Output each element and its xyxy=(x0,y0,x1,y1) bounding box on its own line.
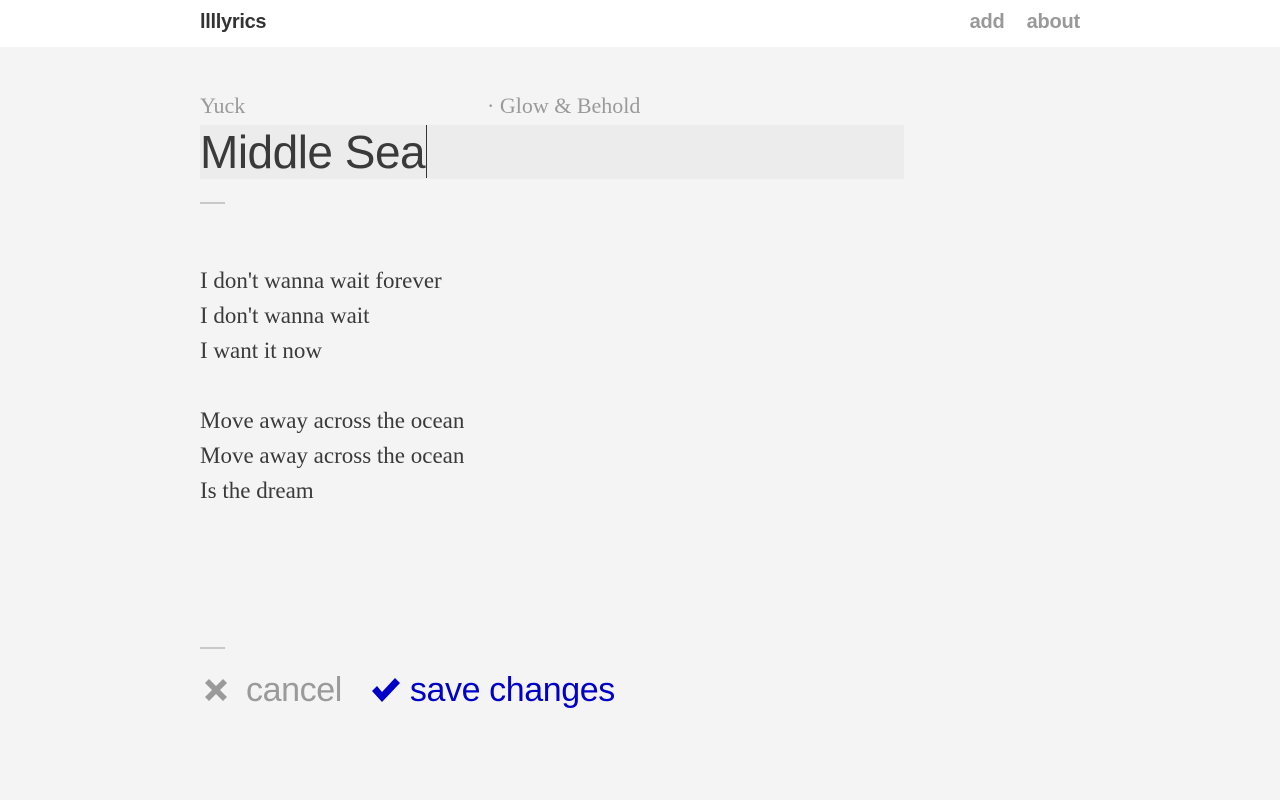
checkmark-icon xyxy=(371,678,400,702)
artist-input[interactable] xyxy=(200,93,480,119)
title-text: Middle Sea xyxy=(200,125,428,179)
lyric-line: Move away across the ocean xyxy=(200,408,465,433)
title-value: Middle Sea xyxy=(200,126,426,178)
site-logo[interactable]: llllyrics xyxy=(200,11,267,34)
lyric-line: I want it now xyxy=(200,338,323,363)
cancel-button[interactable]: cancel xyxy=(200,671,342,710)
lyrics-editor[interactable]: I don't wanna wait forever I don't wanna… xyxy=(200,263,904,508)
divider-bottom xyxy=(200,647,225,649)
save-label: save changes xyxy=(409,670,615,709)
form-actions: cancel save changes xyxy=(200,668,615,712)
album-label: · Glow & Behold xyxy=(487,93,641,118)
cancel-label: cancel xyxy=(246,670,342,709)
nav-about-link[interactable]: about xyxy=(1027,11,1081,34)
lyric-blank-line xyxy=(200,368,904,403)
text-caret xyxy=(426,125,428,178)
lyric-line: Move away across the ocean xyxy=(200,443,465,468)
top-bar: llllyrics add about xyxy=(0,0,1280,47)
lyric-line: I don't wanna wait forever xyxy=(200,268,442,293)
main-nav: add about xyxy=(970,11,1081,34)
divider-top xyxy=(200,202,225,204)
nav-add-link[interactable]: add xyxy=(970,11,1005,34)
lyric-line: Is the dream xyxy=(200,478,314,503)
save-changes-button[interactable]: save changes xyxy=(370,671,615,710)
lyric-line: I don't wanna wait xyxy=(200,303,370,328)
x-icon xyxy=(205,679,227,701)
